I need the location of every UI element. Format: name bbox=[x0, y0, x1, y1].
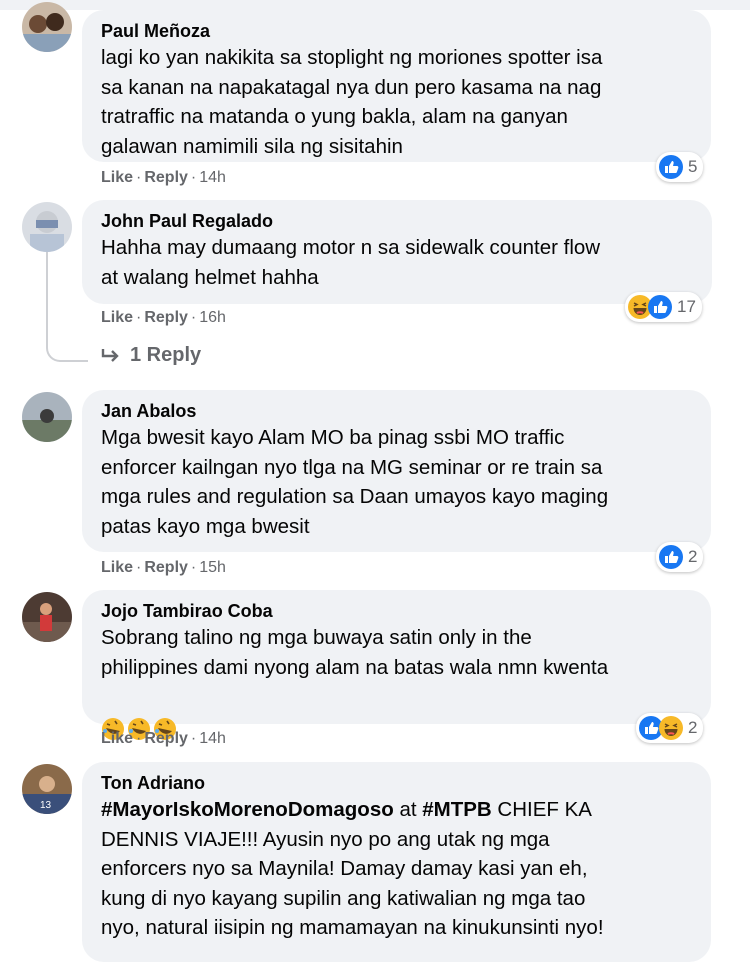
separator: · bbox=[190, 559, 197, 576]
like-button[interactable]: Like bbox=[101, 730, 133, 747]
avatar[interactable] bbox=[22, 2, 72, 52]
haha-reaction-icon bbox=[659, 716, 683, 740]
comment-author[interactable]: John Paul Regalado bbox=[101, 209, 692, 233]
separator: · bbox=[136, 730, 142, 747]
separator: · bbox=[136, 559, 142, 576]
comment-text: Sobrang talino ng mga buwaya satin only … bbox=[101, 626, 609, 679]
comment-author[interactable]: Paul Meñoza bbox=[101, 19, 691, 43]
comment-text: #MayorIskoMorenoDomagoso at #MTPB CHIEF … bbox=[101, 795, 691, 943]
avatar[interactable] bbox=[22, 202, 72, 252]
avatar[interactable] bbox=[22, 592, 72, 642]
hashtag-link[interactable]: #MTPB bbox=[422, 798, 491, 821]
reply-thread-line bbox=[46, 252, 88, 362]
comment-time[interactable]: 16h bbox=[199, 309, 226, 326]
comment-actions: Like · Reply · 14h bbox=[101, 730, 226, 748]
comment-text: Mga bwesit kayo Alam MO ba pinag ssbi MO… bbox=[101, 426, 609, 538]
separator: · bbox=[190, 309, 197, 326]
reply-button[interactable]: Reply bbox=[144, 559, 188, 576]
svg-text:13: 13 bbox=[40, 800, 52, 811]
separator: · bbox=[136, 169, 142, 186]
avatar[interactable] bbox=[22, 392, 72, 442]
reaction-summary[interactable]: 2 bbox=[656, 542, 704, 572]
reaction-summary[interactable]: 5 bbox=[656, 152, 704, 182]
reaction-summary[interactable]: 2 bbox=[636, 713, 704, 743]
separator: · bbox=[190, 730, 197, 747]
comment-bubble: Jojo Tambirao Coba Sobrang talino ng mga… bbox=[82, 590, 711, 741]
comment-text-segment: at bbox=[393, 798, 423, 821]
view-replies-link[interactable]: 1 Reply bbox=[100, 344, 201, 367]
comment-actions: Like · Reply · 15h bbox=[101, 559, 226, 577]
reaction-count: 5 bbox=[688, 157, 698, 176]
reply-button[interactable]: Reply bbox=[144, 309, 188, 326]
replies-count-label[interactable]: 1 Reply bbox=[130, 344, 201, 366]
reaction-count: 2 bbox=[688, 718, 698, 737]
like-reaction-icon bbox=[648, 295, 672, 319]
comment-bubble: Jan Abalos Mga bwesit kayo Alam MO ba pi… bbox=[82, 390, 711, 552]
avatar[interactable]: 13 bbox=[22, 764, 72, 814]
comment-actions: Like · Reply · 14h bbox=[101, 169, 226, 187]
comment-bubble: Paul Meñoza lagi ko yan nakikita sa stop… bbox=[82, 10, 711, 162]
comment-author[interactable]: Jojo Tambirao Coba bbox=[101, 599, 691, 623]
like-reaction-icon bbox=[659, 545, 683, 569]
like-button[interactable]: Like bbox=[101, 169, 133, 186]
like-button[interactable]: Like bbox=[101, 309, 133, 326]
comment-time[interactable]: 14h bbox=[199, 169, 226, 186]
like-button[interactable]: Like bbox=[101, 559, 133, 576]
separator: · bbox=[136, 309, 142, 326]
comment-actions: Like · Reply · 16h bbox=[101, 309, 226, 327]
comment-author[interactable]: Jan Abalos bbox=[101, 399, 691, 423]
top-divider bbox=[0, 0, 750, 10]
reply-arrow-icon bbox=[101, 348, 119, 362]
reaction-count: 2 bbox=[688, 547, 698, 566]
reply-button[interactable]: Reply bbox=[144, 169, 188, 186]
comment-author[interactable]: Ton Adriano bbox=[101, 771, 691, 795]
hashtag-link[interactable]: #MayorIskoMorenoDomagoso bbox=[101, 798, 394, 821]
comment-text: lagi ko yan nakikita sa stoplight ng mor… bbox=[101, 46, 603, 158]
separator: · bbox=[190, 169, 197, 186]
comment-time[interactable]: 14h bbox=[199, 730, 226, 747]
reaction-count: 17 bbox=[677, 297, 696, 316]
comment-text: Hahha may dumaang motor n sa sidewalk co… bbox=[101, 236, 601, 289]
comment-bubble: John Paul Regalado Hahha may dumaang mot… bbox=[82, 200, 712, 304]
reply-button[interactable]: Reply bbox=[144, 730, 188, 747]
comment-bubble: Ton Adriano #MayorIskoMorenoDomagoso at … bbox=[82, 762, 711, 962]
reaction-summary[interactable]: 17 bbox=[625, 292, 702, 322]
comment-time[interactable]: 15h bbox=[199, 559, 226, 576]
like-reaction-icon bbox=[659, 155, 683, 179]
